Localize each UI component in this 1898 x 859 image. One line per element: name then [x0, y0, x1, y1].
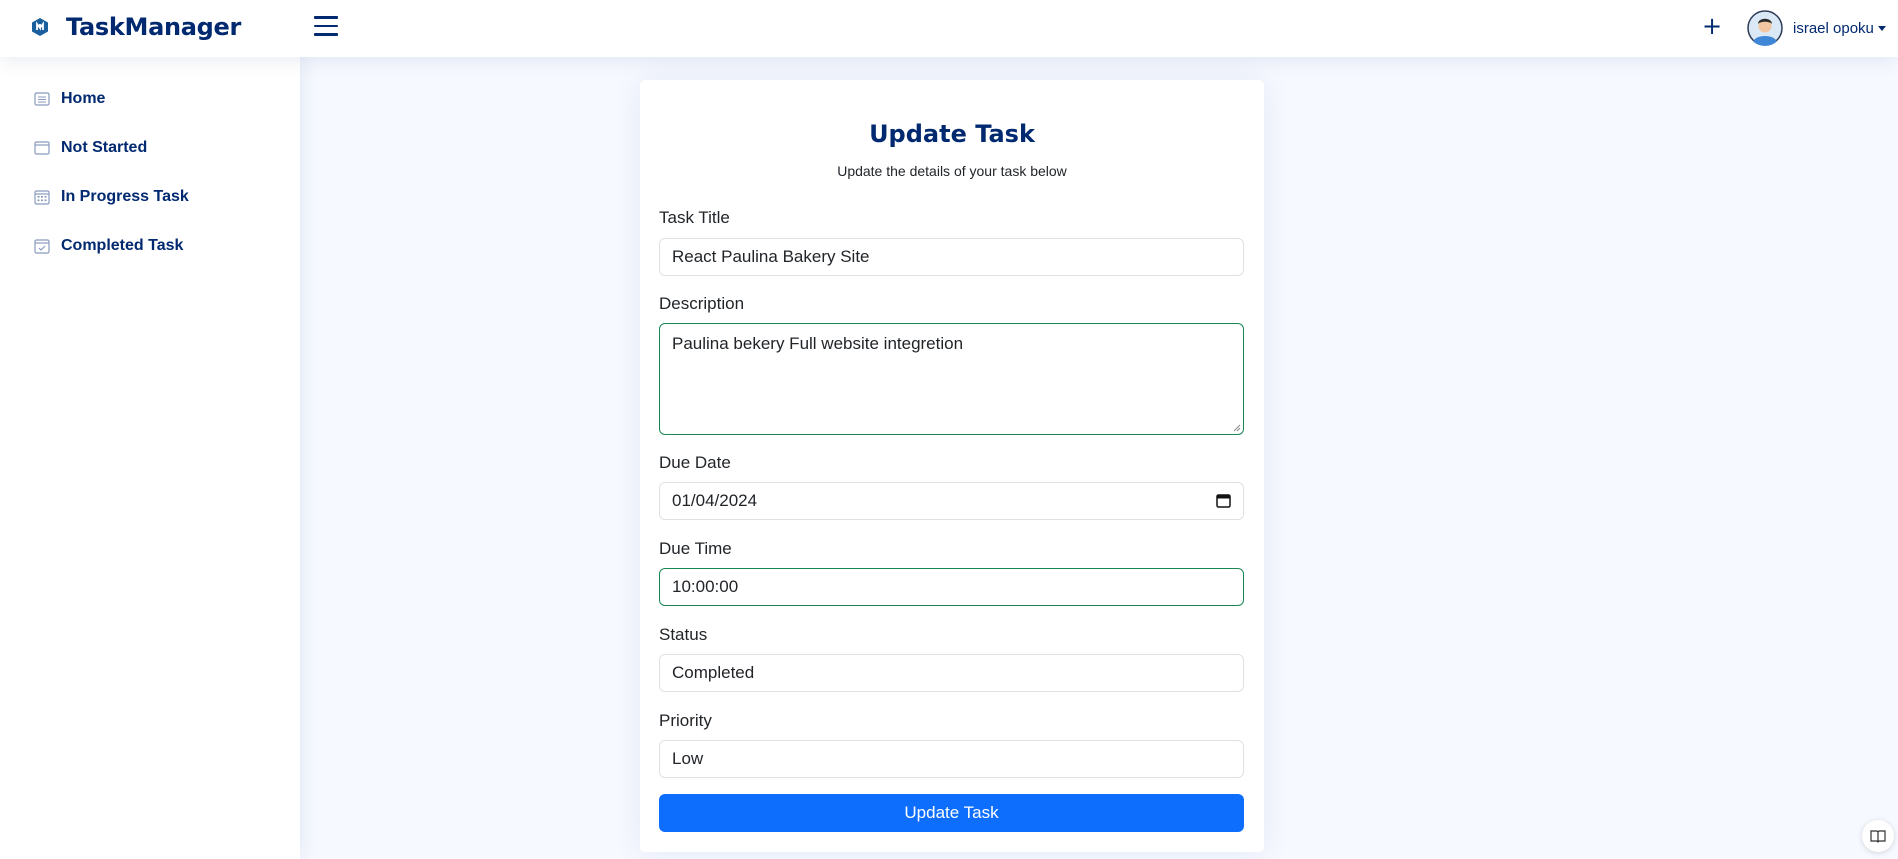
- calendar-check-icon: [34, 239, 50, 254]
- sidebar-item-label: In Progress Task: [61, 188, 189, 205]
- page-title: Update Task: [869, 120, 1035, 148]
- resize-handle-icon[interactable]: [1233, 424, 1241, 432]
- task-title-input[interactable]: React Paulina Bakery Site: [659, 238, 1244, 276]
- book-icon: [1870, 830, 1886, 843]
- sidebar-item-not-started[interactable]: Not Started: [34, 133, 147, 163]
- sidebar-toggle-button[interactable]: [314, 16, 338, 38]
- description-textarea[interactable]: Paulina bekery Full website integretion: [659, 323, 1244, 435]
- calendar-grid-icon: [34, 190, 50, 205]
- reader-mode-button[interactable]: [1862, 820, 1894, 852]
- sidebar-item-in-progress[interactable]: In Progress Task: [34, 182, 189, 212]
- sidebar-item-label: Home: [61, 90, 106, 107]
- add-task-button[interactable]: +: [1702, 11, 1722, 41]
- user-name: israel opoku: [1793, 19, 1874, 37]
- chevron-down-icon: [1877, 25, 1886, 31]
- top-header: TaskManager + israel opoku: [0, 0, 1898, 57]
- brand-name: TaskManager: [66, 13, 242, 41]
- profile-dropdown[interactable]: israel opoku: [1747, 10, 1886, 46]
- update-task-button[interactable]: Update Task: [659, 794, 1244, 832]
- calendar-icon[interactable]: [1216, 493, 1231, 508]
- priority-input[interactable]: Low: [659, 740, 1244, 778]
- sidebar-item-home[interactable]: Home: [34, 84, 105, 114]
- due-date-field: 01/04/2024: [659, 482, 1244, 520]
- priority-label: Priority: [659, 711, 712, 730]
- due-time-label: Due Time: [659, 539, 732, 558]
- sidebar-item-label: Not Started: [61, 139, 148, 156]
- logo-icon: [32, 18, 48, 36]
- due-time-input[interactable]: 10:00:00: [659, 568, 1244, 606]
- due-date-input[interactable]: 01/04/2024: [659, 482, 1244, 520]
- description-label: Description: [659, 294, 745, 313]
- status-input[interactable]: Completed: [659, 654, 1244, 692]
- sidebar-item-label: Completed Task: [61, 237, 184, 254]
- window-icon: [34, 141, 50, 155]
- hamburger-icon: [314, 16, 338, 19]
- task-title-label: Task Title: [659, 208, 730, 227]
- brand-logo[interactable]: TaskManager: [30, 13, 241, 41]
- page-subtitle: Update the details of your task below: [837, 163, 1067, 179]
- status-label: Status: [659, 625, 708, 644]
- update-task-card: Update Task Update the details of your t…: [640, 80, 1264, 852]
- avatar: [1747, 10, 1783, 46]
- description-text: Paulina bekery Full website integretion: [672, 334, 964, 353]
- sidebar: Home Not Started In Progress Task Comple…: [0, 57, 300, 859]
- due-date-label: Due Date: [659, 453, 731, 472]
- list-icon: [34, 92, 50, 106]
- sidebar-item-completed[interactable]: Completed Task: [34, 231, 183, 261]
